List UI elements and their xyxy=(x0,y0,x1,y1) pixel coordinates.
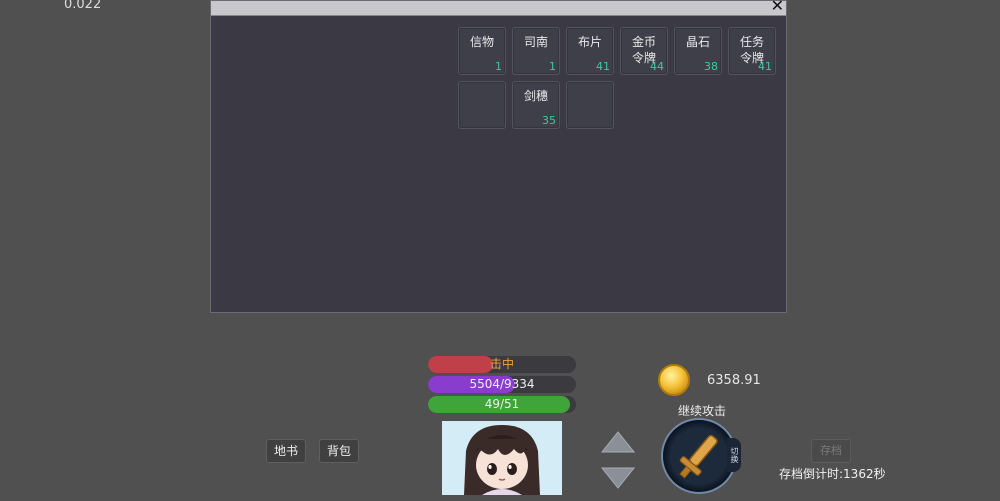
inventory-slot[interactable]: 信物 1 xyxy=(458,27,506,75)
scroll-down-button[interactable] xyxy=(600,464,636,490)
item-name: 信物 xyxy=(469,35,494,49)
sword-icon xyxy=(679,434,718,479)
character-portrait[interactable] xyxy=(442,421,562,495)
item-name: 晶石 xyxy=(685,35,710,49)
scroll-up-button[interactable] xyxy=(600,430,636,456)
mp-label: 5504/9334 xyxy=(469,377,535,391)
inventory-slot[interactable]: 金币 令牌 44 xyxy=(620,27,668,75)
inventory-slot[interactable]: 晶石 38 xyxy=(674,27,722,75)
map-button[interactable]: 地书 xyxy=(266,439,306,463)
inventory-slot[interactable]: 司南 1 xyxy=(512,27,560,75)
inventory-slot[interactable]: 剑穗 35 xyxy=(512,81,560,129)
close-button[interactable]: ✕ xyxy=(771,0,784,15)
action-label: 继续攻击 xyxy=(678,404,727,418)
item-name: 剑穗 xyxy=(523,89,548,103)
gold-amount: 6358.91 xyxy=(707,373,761,388)
bag-button[interactable]: 背包 xyxy=(319,439,359,463)
hit-label: 击中 xyxy=(489,357,514,371)
inventory-slot[interactable] xyxy=(458,81,506,129)
item-count: 44 xyxy=(650,60,664,73)
switch-tab[interactable]: 切换 xyxy=(727,438,741,472)
item-count: 1 xyxy=(495,60,502,73)
item-count: 38 xyxy=(704,60,718,73)
save-countdown: 存档倒计时:1362秒 xyxy=(779,467,886,481)
item-count: 1 xyxy=(549,60,556,73)
inventory-panel: ✕ 信物 1 司南 1 布片 41 金币 令牌 44 晶石 38 任务 令牌 4… xyxy=(210,0,787,313)
item-count: 41 xyxy=(596,60,610,73)
item-name: 司南 xyxy=(523,35,548,49)
arrow-down-icon xyxy=(600,467,636,489)
attack-button[interactable] xyxy=(663,420,735,492)
item-count: 41 xyxy=(758,60,772,73)
hp-label: 49/51 xyxy=(484,397,520,411)
hp-bar: 49/51 xyxy=(428,396,576,413)
gold-coin-icon xyxy=(658,364,690,396)
inventory-slot[interactable]: 任务 令牌 41 xyxy=(728,27,776,75)
inventory-slot[interactable] xyxy=(566,81,614,129)
item-name: 布片 xyxy=(577,35,602,49)
arrow-up-icon xyxy=(600,431,636,453)
hit-bar: 击中 xyxy=(428,356,576,373)
corner-value: 0.022 xyxy=(64,0,102,12)
item-count: 35 xyxy=(542,114,556,127)
inventory-slot[interactable]: 布片 41 xyxy=(566,27,614,75)
mp-bar: 5504/9334 xyxy=(428,376,576,393)
inventory-title-bar xyxy=(211,1,786,16)
save-button[interactable]: 存档 xyxy=(811,439,851,463)
